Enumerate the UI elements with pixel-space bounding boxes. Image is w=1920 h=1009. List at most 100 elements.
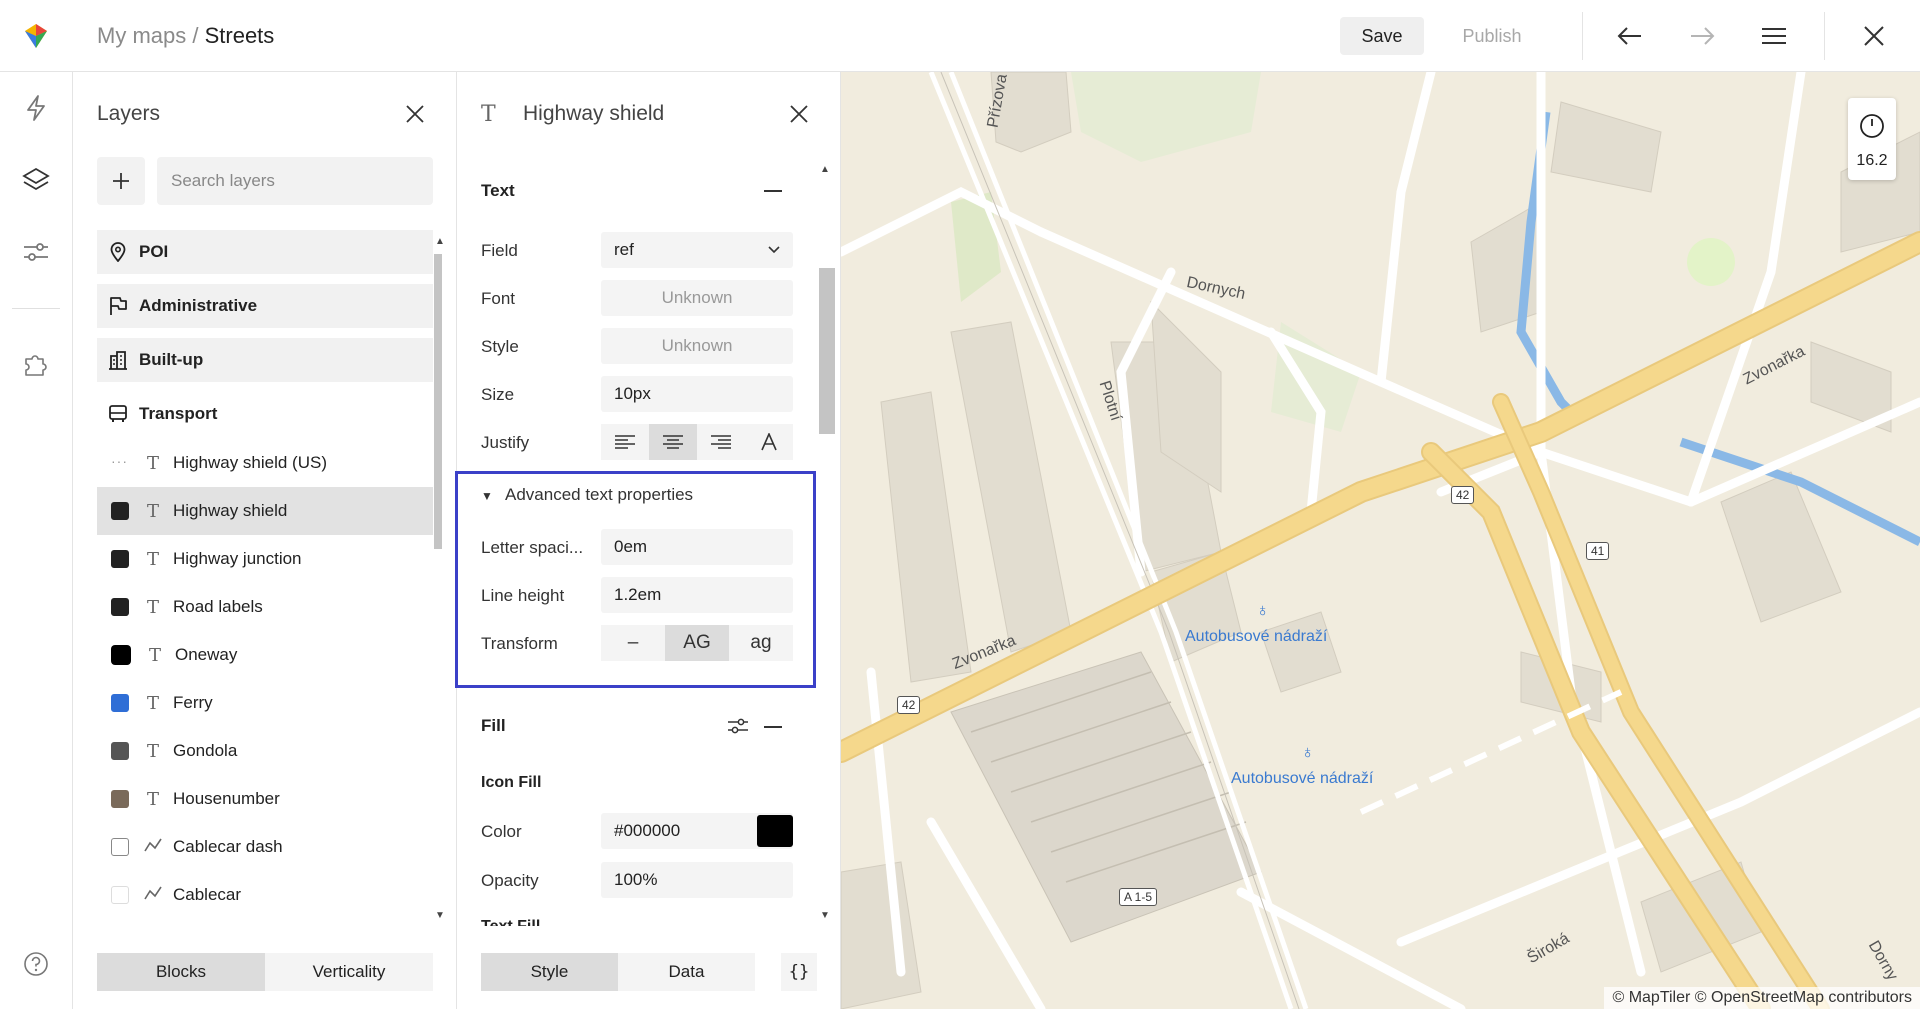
size-label: Size <box>481 385 515 404</box>
publish-button[interactable]: Publish <box>1444 17 1540 55</box>
font-field[interactable]: Unknown <box>601 280 793 316</box>
field-select[interactable]: ref <box>601 232 793 268</box>
zoom-indicator[interactable]: 16.2 <box>1848 98 1896 180</box>
style-field[interactable]: Unknown <box>601 328 793 364</box>
color-swatch[interactable] <box>757 815 793 847</box>
layer-item-gondola[interactable]: T Gondola <box>97 727 433 775</box>
tram-stop-icon: ♁ <box>1256 600 1270 620</box>
layer-group-built-up[interactable]: Built-up <box>97 338 433 382</box>
breadcrumb-current: Streets <box>204 23 275 48</box>
justify-left-button[interactable] <box>601 424 649 460</box>
layer-swatch[interactable] <box>111 645 131 665</box>
layer-item-highway-junction[interactable]: T Highway junction <box>97 535 433 583</box>
breadcrumb-separator: / <box>186 23 205 48</box>
layer-swatch-dots: ··· <box>111 453 128 469</box>
layer-item-highway-shield[interactable]: T Highway shield <box>97 487 433 535</box>
maptiler-logo-icon[interactable] <box>22 22 50 50</box>
layers-icon[interactable] <box>16 160 56 200</box>
layer-item-cablecar[interactable]: Cablecar <box>97 871 433 919</box>
puzzle-icon[interactable] <box>16 344 56 384</box>
layers-scrollbar-thumb[interactable] <box>434 254 442 549</box>
layer-item-ferry[interactable]: T Ferry <box>97 679 433 727</box>
breadcrumb: My maps / Streets <box>97 22 274 50</box>
layer-group-transport[interactable]: Transport <box>97 392 433 436</box>
redo-arrow-icon[interactable] <box>1684 18 1720 54</box>
text-layer-icon: T <box>146 692 159 714</box>
sliders-icon[interactable] <box>16 232 56 272</box>
text-layer-icon: T <box>146 500 159 522</box>
verticality-tab[interactable]: Verticality <box>265 953 433 991</box>
collapse-text-section-icon[interactable] <box>764 190 782 192</box>
scroll-up-arrow-icon[interactable]: ▲ <box>434 236 446 248</box>
text-fill-title: Text Fill <box>481 918 540 926</box>
breadcrumb-my-maps[interactable]: My maps <box>97 23 186 48</box>
layer-item-cablecar-dash[interactable]: Cablecar dash <box>97 823 433 871</box>
layer-group-administrative[interactable]: Administrative <box>97 284 433 328</box>
save-button[interactable]: Save <box>1340 17 1424 55</box>
close-editor-icon[interactable] <box>1856 18 1892 54</box>
justify-right-button[interactable] <box>697 424 745 460</box>
layer-item-label: Road labels <box>173 597 263 616</box>
layer-swatch[interactable] <box>111 598 129 616</box>
left-rail <box>0 72 73 1009</box>
road-shield-42: 42 <box>897 696 921 714</box>
layer-item-road-labels[interactable]: T Road labels <box>97 583 433 631</box>
color-label: Color <box>481 822 522 841</box>
line-layer-icon <box>143 885 163 906</box>
text-layer-icon: T <box>481 102 496 127</box>
style-tab[interactable]: Style <box>481 953 618 991</box>
flag-icon <box>107 295 129 317</box>
opacity-label: Opacity <box>481 871 539 890</box>
add-layer-button[interactable] <box>97 157 145 205</box>
layer-group-label: Built-up <box>139 350 204 369</box>
undo-arrow-icon[interactable] <box>1612 18 1648 54</box>
data-tab[interactable]: Data <box>618 953 755 991</box>
code-view-button[interactable]: {} <box>781 953 817 991</box>
properties-panel-title: Highway shield <box>523 102 665 125</box>
rail-divider <box>12 308 60 309</box>
lightning-icon[interactable] <box>16 88 56 128</box>
align-center-icon <box>663 435 683 449</box>
map-attribution[interactable]: © MapTiler © OpenStreetMap contributors <box>1604 987 1920 1009</box>
justify-center-button[interactable] <box>649 424 697 460</box>
layer-swatch[interactable] <box>111 838 129 856</box>
layer-swatch[interactable] <box>111 502 129 520</box>
justify-label: Justify <box>481 433 530 452</box>
road-shield-41: 41 <box>1586 542 1610 560</box>
help-icon[interactable] <box>16 944 56 984</box>
scroll-down-arrow-icon[interactable]: ▼ <box>819 910 831 922</box>
layer-item-oneway[interactable]: T Oneway <box>97 631 433 679</box>
justify-button-group <box>601 424 793 460</box>
opacity-field[interactable]: 100% <box>601 862 793 898</box>
justify-auto-button[interactable] <box>745 424 793 460</box>
scroll-down-arrow-icon[interactable]: ▼ <box>434 910 446 922</box>
menu-icon[interactable] <box>1756 18 1792 54</box>
properties-scrollbar-thumb[interactable] <box>819 268 835 434</box>
text-fill-title-clip: Text Fill <box>457 910 817 926</box>
layer-group-label: Administrative <box>139 296 258 315</box>
layer-item-highway-shield-us[interactable]: ··· T Highway shield (US) <box>97 439 433 487</box>
layer-item-label: Cablecar dash <box>173 837 283 856</box>
layer-group-label: POI <box>139 242 169 261</box>
map-canvas[interactable]: Přízova Dornych Plotní Zvonařka Zvonařka… <box>841 72 1920 1009</box>
layer-item-housenumber[interactable]: T Housenumber <box>97 775 433 823</box>
size-field[interactable]: 10px <box>601 376 793 412</box>
layer-swatch[interactable] <box>111 742 129 760</box>
close-layers-icon[interactable] <box>399 98 431 130</box>
collapse-fill-section-icon[interactable] <box>764 726 782 728</box>
scroll-up-arrow-icon[interactable]: ▲ <box>819 164 831 176</box>
top-bar: My maps / Streets Save Publish <box>0 0 1920 72</box>
layer-swatch[interactable] <box>111 550 129 568</box>
map-label-bus-station-2: Autobusové nádraží <box>1231 770 1374 787</box>
building-icon <box>107 349 129 371</box>
search-layers-input[interactable] <box>157 157 433 205</box>
layer-swatch[interactable] <box>111 694 129 712</box>
fill-section-title: Fill <box>481 716 506 735</box>
layer-swatch[interactable] <box>111 886 129 904</box>
layer-swatch[interactable] <box>111 790 129 808</box>
align-left-icon <box>615 435 635 449</box>
blocks-tab[interactable]: Blocks <box>97 953 265 991</box>
fill-options-sliders-icon[interactable] <box>727 716 749 741</box>
layer-group-poi[interactable]: POI <box>97 230 433 274</box>
close-properties-icon[interactable] <box>783 98 815 130</box>
